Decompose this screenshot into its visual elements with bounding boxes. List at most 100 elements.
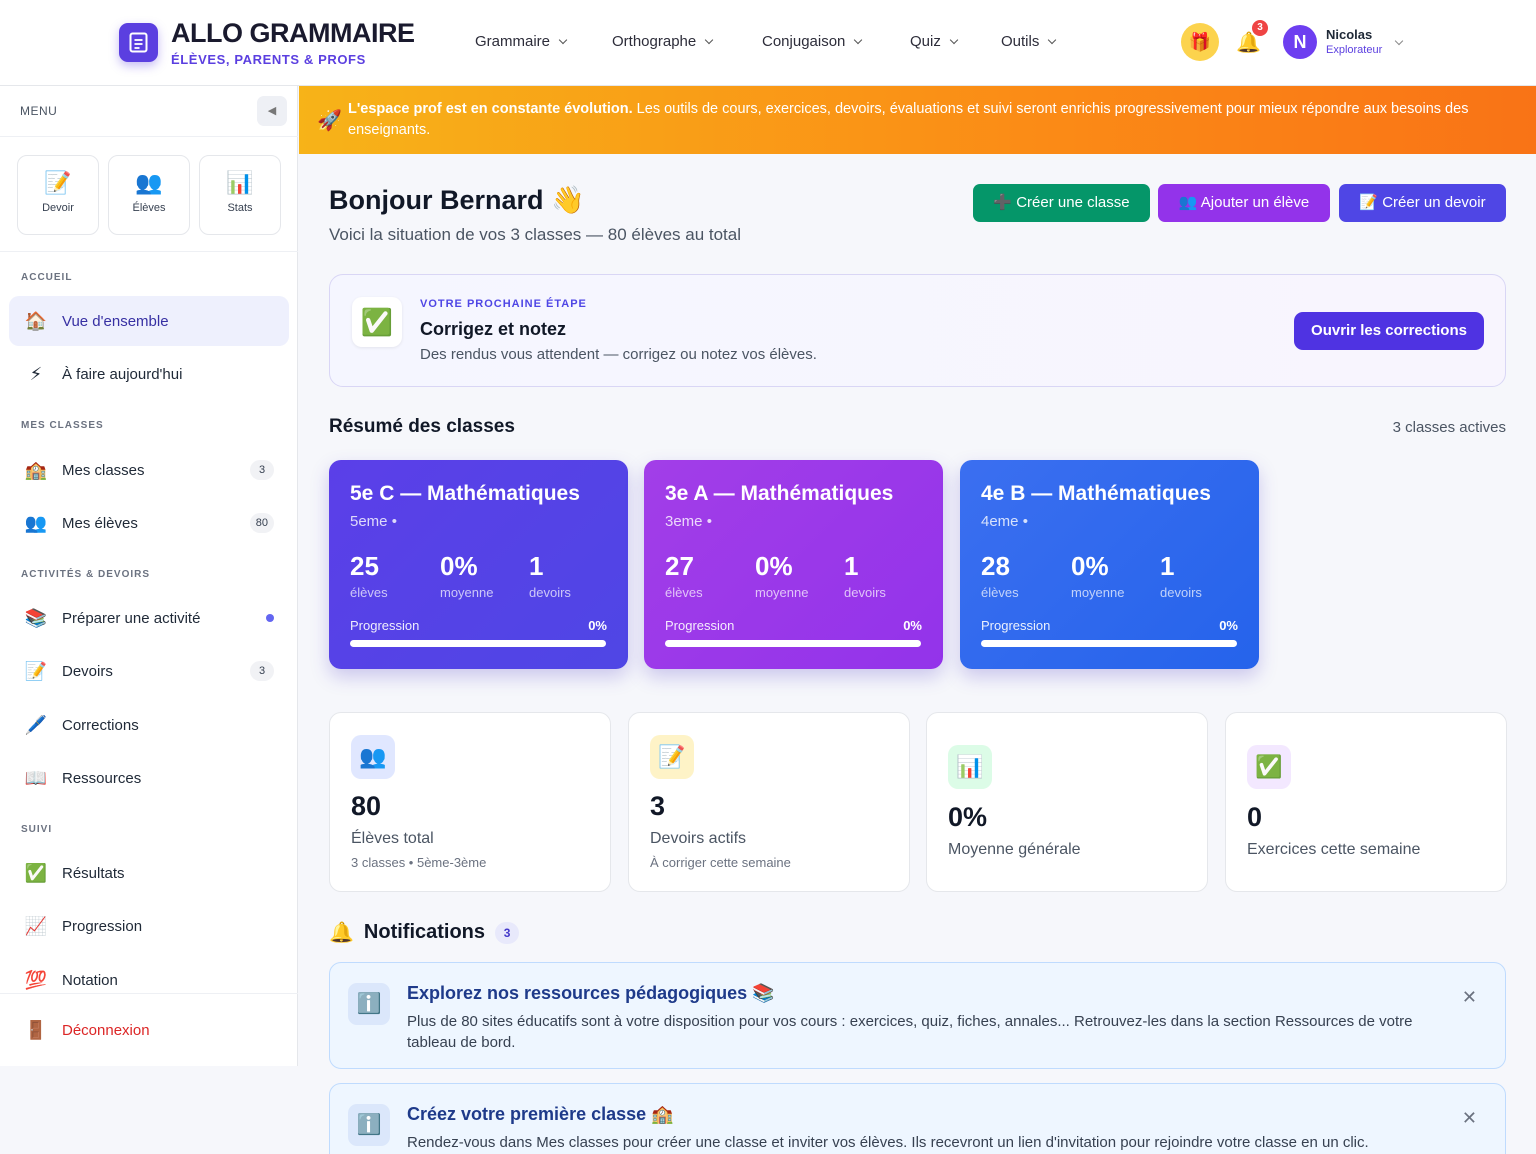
- count-badge: 80: [249, 513, 274, 533]
- sidebar-item-today[interactable]: ⚡ À faire aujourd'hui: [9, 349, 289, 399]
- class-card-3e-a[interactable]: 3e A — Mathématiques 3eme • 27 élèves 0%…: [644, 460, 943, 669]
- active-classes-count: 3 classes actives: [1392, 419, 1506, 436]
- collapse-sidebar-button[interactable]: ◀: [257, 96, 287, 126]
- notification-resources[interactable]: ℹ️ Explorez nos ressources pédagogiques …: [329, 962, 1506, 1069]
- nav-label: Quiz: [910, 33, 941, 50]
- stat-card-students: 👥 80 Élèves total 3 classes • 5ème-3ème: [329, 712, 611, 892]
- notification-first-class[interactable]: ℹ️ Créez votre première classe 🏫 Rendez-…: [329, 1083, 1506, 1154]
- logo-icon[interactable]: [119, 23, 158, 62]
- homework-value: 1: [844, 551, 859, 581]
- sidebar-item-label: Ressources: [62, 769, 142, 787]
- sidebar-item-corrections[interactable]: 🖊️ Corrections: [9, 700, 289, 750]
- stat-value: 3: [650, 791, 666, 821]
- homework-value: 1: [529, 551, 544, 581]
- bell-icon: 🔔: [329, 922, 354, 944]
- brand-subtitle: ÉLÈVES, PARENTS & PROFS: [171, 52, 366, 67]
- students-value: 25: [350, 551, 379, 581]
- class-title: 5e C — Mathématiques: [350, 482, 580, 505]
- page-title: Bonjour Bernard 👋: [329, 185, 585, 215]
- progress-label: Progression: [981, 618, 1051, 633]
- stat-label: Élèves total: [351, 830, 434, 847]
- info-icon: ℹ️: [348, 1104, 390, 1146]
- open-corrections-button[interactable]: Ouvrir les corrections: [1294, 312, 1484, 350]
- stat-card-average: 📊 0% Moyenne générale: [926, 712, 1208, 892]
- stat-subtext: 3 classes • 5ème-3ème: [351, 855, 487, 870]
- info-icon: ℹ️: [348, 983, 390, 1025]
- students-label: élèves: [350, 585, 388, 600]
- sidebar-item-label: Mes classes: [62, 461, 145, 479]
- average-value: 0%: [1071, 551, 1109, 581]
- nav-label: Conjugaison: [762, 33, 846, 50]
- sidebar-item-overview[interactable]: 🏠 Vue d'ensemble: [9, 296, 289, 346]
- nav-orthographe[interactable]: Orthographe: [612, 33, 714, 50]
- chevron-down-icon[interactable]: [1394, 36, 1404, 46]
- create-homework-button[interactable]: 📝 Créer un devoir: [1339, 184, 1506, 222]
- user-role: Explorateur: [1326, 44, 1383, 56]
- gift-icon[interactable]: 🎁: [1181, 23, 1219, 61]
- stat-value: 80: [351, 791, 382, 821]
- user-name[interactable]: Nicolas: [1326, 27, 1372, 42]
- section-title-classes-summary: Résumé des classes: [329, 416, 515, 437]
- progress-label: Progression: [665, 618, 735, 633]
- nav-outils[interactable]: Outils: [1001, 33, 1057, 50]
- section-label-classes: MES CLASSES: [21, 420, 104, 431]
- create-class-button[interactable]: ➕ Créer une classe: [973, 184, 1150, 222]
- divider: [0, 993, 298, 994]
- sidebar-item-label: Résultats: [62, 864, 125, 882]
- chevron-down-icon: [949, 35, 959, 44]
- progress-value: 0%: [588, 618, 607, 633]
- progress-label: Progression: [350, 618, 420, 633]
- homework-value: 1: [1160, 551, 1175, 581]
- stat-card-homework: 📝 3 Devoirs actifs À corriger cette sema…: [628, 712, 910, 892]
- close-icon[interactable]: ✕: [1462, 1108, 1477, 1129]
- sidebar-item-resources[interactable]: 📖 Ressources: [9, 753, 289, 803]
- close-icon[interactable]: ✕: [1462, 987, 1477, 1008]
- next-step-description: Des rendus vous attendent — corrigez ou …: [420, 346, 817, 363]
- stat-card-exercises: ✅ 0 Exercices cette semaine: [1225, 712, 1507, 892]
- sidebar-item-progression[interactable]: 📈 Progression: [9, 901, 289, 951]
- chevron-down-icon: [1048, 35, 1057, 44]
- chevron-down-icon: [558, 35, 568, 44]
- nav-label: Outils: [1001, 33, 1040, 50]
- average-label: moyenne: [755, 585, 809, 600]
- sidebar-item-label: Préparer une activité: [62, 609, 201, 627]
- nav-label: Orthographe: [612, 33, 697, 50]
- students-label: élèves: [665, 585, 703, 600]
- sidebar-item-grading[interactable]: 💯 Notation: [9, 955, 289, 1005]
- average-label: moyenne: [1071, 585, 1125, 600]
- chevron-down-icon: [854, 35, 863, 44]
- nav-quiz[interactable]: Quiz: [910, 33, 959, 50]
- trend-up-icon: 📈: [24, 915, 48, 936]
- sidebar-item-students[interactable]: 👥 Mes élèves 80: [9, 498, 289, 548]
- class-card-5e-c[interactable]: 5e C — Mathématiques 5eme • 25 élèves 0%…: [329, 460, 628, 669]
- sidebar-item-label: Déconnexion: [62, 1021, 150, 1039]
- students-value: 27: [665, 551, 694, 581]
- class-card-4e-b[interactable]: 4e B — Mathématiques 4eme • 28 élèves 0%…: [960, 460, 1259, 669]
- memo-icon: 📝: [44, 170, 72, 195]
- sidebar-item-label: Mes élèves: [62, 514, 138, 532]
- class-level: 3eme •: [665, 513, 712, 530]
- logout-button[interactable]: 🚪 Déconnexion: [9, 1005, 289, 1055]
- homework-label: devoirs: [529, 585, 571, 600]
- count-badge: 3: [250, 460, 274, 480]
- progress-bar: [665, 640, 921, 647]
- sidebar-item-results[interactable]: ✅ Résultats: [9, 848, 289, 898]
- sidebar-item-classes[interactable]: 🏫 Mes classes 3: [9, 445, 289, 495]
- check-icon: ✅: [24, 862, 48, 883]
- stat-value: 0: [1247, 802, 1263, 832]
- check-icon: ✅: [1247, 745, 1291, 789]
- sidebar-item-homework[interactable]: 📝 Devoirs 3: [9, 646, 289, 696]
- books-icon: 📚: [24, 607, 48, 628]
- avatar[interactable]: N: [1283, 25, 1317, 59]
- page-subtitle: Voici la situation de vos 3 classes — 80…: [329, 225, 742, 244]
- add-student-button[interactable]: 👥 Ajouter un élève: [1158, 184, 1330, 222]
- brand-title[interactable]: ALLO GRAMMAIRE: [171, 18, 415, 49]
- quick-action-eleves[interactable]: 👥 Élèves: [108, 155, 190, 235]
- section-label-accueil: ACCUEIL: [21, 272, 73, 283]
- nav-conjugaison[interactable]: Conjugaison: [762, 33, 863, 50]
- sidebar-item-label: À faire aujourd'hui: [62, 365, 183, 383]
- quick-action-stats[interactable]: 📊 Stats: [199, 155, 281, 235]
- quick-action-devoir[interactable]: 📝 Devoir: [17, 155, 99, 235]
- nav-grammaire[interactable]: Grammaire: [475, 33, 568, 50]
- sidebar-item-prepare-activity[interactable]: 📚 Préparer une activité: [9, 593, 289, 643]
